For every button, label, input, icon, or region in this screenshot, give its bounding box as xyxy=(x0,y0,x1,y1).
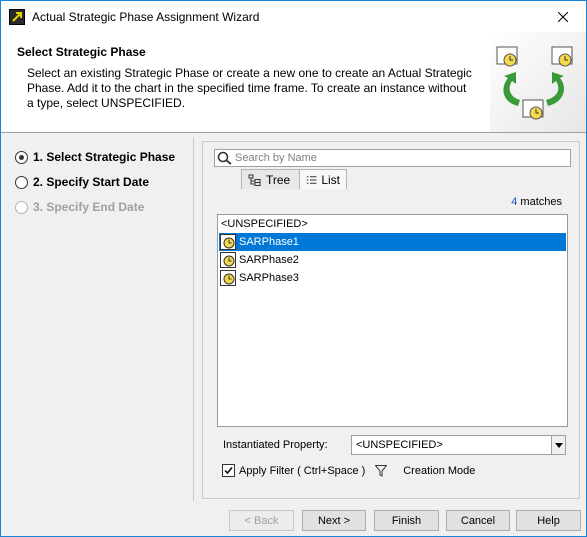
step-radio-icon xyxy=(15,200,28,214)
list-item-label: <UNSPECIFIED> xyxy=(221,218,308,230)
tab-tree[interactable]: Tree xyxy=(241,169,305,189)
list-item-label: SARPhase2 xyxy=(239,254,299,266)
wizard-banner-graphic xyxy=(490,32,586,132)
apply-filter-label[interactable]: Apply Filter ( Ctrl+Space ) xyxy=(239,465,365,477)
finish-button[interactable]: Finish xyxy=(374,510,439,531)
filter-icon[interactable] xyxy=(375,464,388,477)
step-label: 1. Select Strategic Phase xyxy=(33,150,176,164)
step-label: 3. Specify End Date xyxy=(33,200,145,214)
step-specify-start-date[interactable]: 2. Specify Start Date xyxy=(15,175,149,189)
chevron-down-icon xyxy=(554,442,563,448)
steps-panel: 1. Select Strategic Phase 2. Specify Sta… xyxy=(1,137,194,501)
header-title: Select Strategic Phase xyxy=(17,45,146,59)
list-item-label: SARPhase3 xyxy=(239,272,299,284)
view-tabs: Tree List xyxy=(213,169,573,189)
app-icon xyxy=(9,8,25,25)
title-bar: Actual Strategic Phase Assignment Wizard xyxy=(1,1,586,32)
search-input[interactable] xyxy=(235,150,565,166)
close-icon xyxy=(558,11,568,22)
search-box xyxy=(214,149,571,167)
wizard-window: Actual Strategic Phase Assignment Wizard… xyxy=(0,0,587,537)
list-item-label: SARPhase1 xyxy=(239,236,299,248)
help-button[interactable]: Help xyxy=(516,510,581,531)
cancel-button[interactable]: Cancel xyxy=(446,510,510,531)
step-select-strategic-phase[interactable]: 1. Select Strategic Phase xyxy=(15,150,175,164)
instantiated-property-value: <UNSPECIFIED> xyxy=(356,439,443,451)
list-item-sarphase3[interactable]: SARPhase3 xyxy=(219,269,566,287)
clock-doc-icon xyxy=(496,46,518,67)
match-count-suffix: matches xyxy=(520,196,562,208)
tab-list[interactable]: List xyxy=(299,169,347,189)
instantiated-property-label: Instantiated Property: xyxy=(223,439,328,451)
header-description: Select an existing Strategic Phase or cr… xyxy=(27,66,472,110)
checkmark-icon xyxy=(224,467,233,475)
tab-tree-label: Tree xyxy=(266,172,291,187)
apply-filter-checkbox[interactable] xyxy=(222,464,235,477)
window-title: Actual Strategic Phase Assignment Wizard xyxy=(32,9,260,24)
match-count-number: 4 xyxy=(511,196,518,208)
instantiated-property-select[interactable]: <UNSPECIFIED> xyxy=(351,435,566,455)
list-item-sarphase2[interactable]: SARPhase2 xyxy=(219,251,566,269)
creation-mode-label[interactable]: Creation Mode xyxy=(403,465,475,477)
next-button[interactable]: Next > xyxy=(302,510,366,531)
clock-doc-icon xyxy=(551,46,573,67)
phase-clock-icon xyxy=(220,270,236,286)
dropdown-arrow-button[interactable] xyxy=(551,436,565,454)
tab-list-label: List xyxy=(321,172,340,187)
list-icon xyxy=(306,175,317,184)
step-specify-end-date: 3. Specify End Date xyxy=(15,200,144,214)
tree-icon xyxy=(248,174,261,186)
back-button[interactable]: < Back xyxy=(229,510,294,531)
close-button[interactable] xyxy=(540,1,586,32)
phase-clock-icon xyxy=(220,234,236,250)
button-bar: < Back Next > Finish Cancel Help xyxy=(1,501,586,536)
content-panel: Tree List 4 matches <UNSPECIFIED> xyxy=(202,141,580,499)
step-radio-icon xyxy=(15,175,28,189)
list-item-sarphase1[interactable]: SARPhase1 xyxy=(219,233,566,251)
filter-row: Apply Filter ( Ctrl+Space ) Creation Mod… xyxy=(222,464,475,477)
search-icon xyxy=(217,151,232,165)
match-count: 4 matches xyxy=(511,196,562,208)
phase-list: <UNSPECIFIED> SARPhase1 SARPhase2 SARPha… xyxy=(217,214,568,427)
list-item-unspecified[interactable]: <UNSPECIFIED> xyxy=(219,215,566,233)
clock-doc-icon xyxy=(522,99,544,120)
wizard-header: Select Strategic Phase Select an existin… xyxy=(1,32,586,133)
step-label: 2. Specify Start Date xyxy=(33,175,150,189)
step-radio-checked-icon xyxy=(15,150,28,164)
phase-clock-icon xyxy=(220,252,236,268)
